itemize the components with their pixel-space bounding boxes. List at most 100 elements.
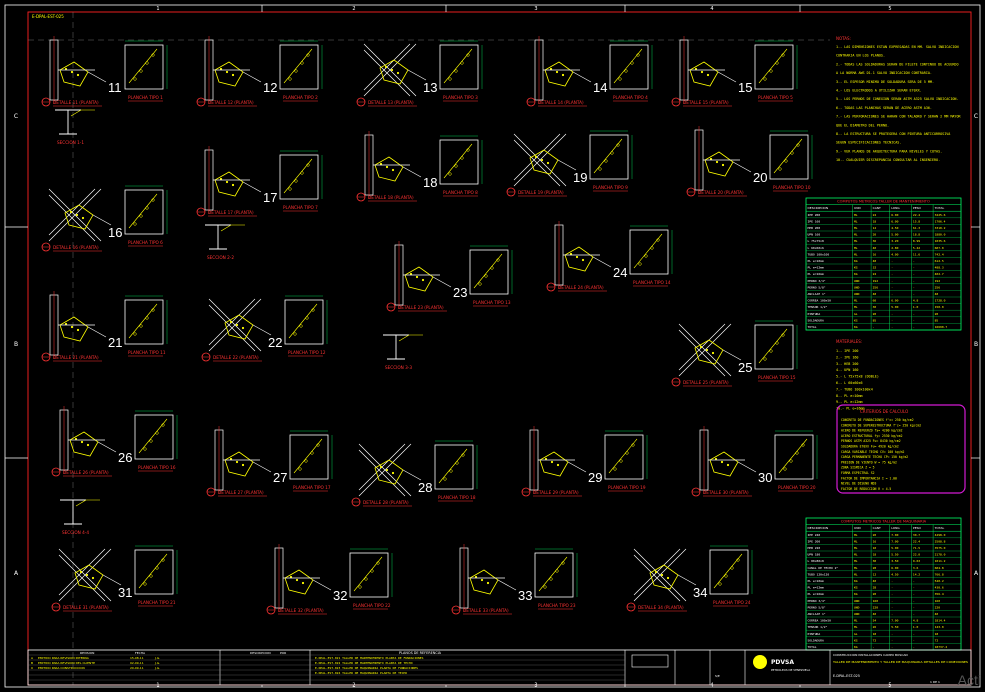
gusset-plate-outline [769,134,809,180]
table-cell: 5.42 [913,246,920,250]
table-cell: UND [854,292,860,296]
plate-title: PLANCHA TIPO 14 [633,280,671,285]
table-cell: 7.00 [891,533,898,537]
table-cell: - [891,586,893,590]
detail-title: DETALLE 24 (PLANTA) [558,285,604,290]
grid-reference-labels: 1122334455C CB BA A [14,6,979,689]
table-cell: 4.8 [913,619,919,623]
table-cell: 18 [935,632,939,636]
column-number: 4 [710,683,713,689]
quantities-table-maintenance: COMPUTOS METRICOS TALLER DE MANTENIMIENT… [805,197,962,331]
table-cell: 18.8 [913,233,920,237]
criteria-line: CARGA VARIABLE TECHO CV= 100 kg/m2 [841,450,904,454]
material-line: 5.- L 75x75x8 (DOBLE) [836,375,879,379]
leader-line [497,579,517,591]
table-cell: KG [854,645,858,649]
revision-date: 15-08-11 [130,656,144,660]
table-cell: 607.0 [935,246,944,250]
table-cell: TOTAL [808,645,817,649]
leader-line [722,349,742,361]
detail-25: 25 DETALLE 25 (PLANTA) PLANCHA TIPO 15 [671,320,798,387]
gusset-plate-outline [754,44,794,90]
cad-drawing-sheet: 1122334455C CB BA A E-DPAL-EST-025 11DETALL… [4,4,981,689]
table-title: COMPUTOS METRICOS TALLER DE MANTENIMIENT… [837,200,930,204]
bolt-hole [448,172,452,176]
table-cell: 9.63 [913,559,920,563]
bolt-hole [618,77,622,81]
table-cell: ML [854,226,858,230]
connection-plate [704,151,734,177]
plate-diagonal [128,193,158,229]
detail-28: 28 DETALLE 28 (PLANTA) PLANCHA TIPO 18 [351,440,478,507]
bolt-hole [155,566,159,570]
table-cell: 143.0 [935,625,944,629]
table-cell: 5.00 [891,233,898,237]
detail-title: DETALLE 17 (PLANTA) [208,210,254,215]
table-cell: 1814.4 [935,619,946,623]
table-cell: - [913,599,915,603]
table-cell: KG [854,318,858,322]
bolt-hole [143,447,147,451]
table-cell: KG [854,638,858,642]
bolt [80,440,84,444]
plate-diagonal [128,303,158,339]
bolt-hole [133,332,137,336]
table-cell: 2178.0 [935,553,946,557]
material-line: 1.- IPE 200 [836,349,858,353]
table-cell: 5.50 [891,553,898,557]
detail-number: 33 [518,588,532,603]
bolt [660,573,664,577]
bolt [715,160,719,164]
table-cell: 20 [873,592,877,596]
plate-diagonal [283,48,313,84]
bolt-hole [555,569,559,573]
reference-drawings-title: PLANOS DE REFERENCIA [399,651,442,655]
table-cell: IPE 160 [808,219,821,223]
table-cell: UND [854,599,860,603]
table-cell: ML [854,625,858,629]
client-logo-box [631,654,669,668]
leader-line [677,574,697,586]
watermark-text: Acti [957,672,981,688]
sheet-number: 1 DE 1 [930,680,940,684]
plate-title: PLANCHA TIPO 15 [758,375,796,380]
bolt-hole [364,577,368,581]
detail-number: 29 [588,470,602,485]
table-cell: 1035.6 [935,239,946,243]
bolt [396,71,400,75]
gusset-plate-outline [604,434,644,480]
row-letter: C [974,113,978,120]
table-header-cell: DESCRIPCION [808,206,829,210]
gusset-plate-outline [709,549,749,595]
table-cell: - [873,325,875,329]
detail-number: 20 [753,170,767,185]
plate-diagonal [758,328,788,364]
leader-line [252,324,272,336]
table-cell: 2.80 [891,246,898,250]
section-leader [398,334,423,342]
bolt-hole [769,69,773,73]
table-cell: 256 [935,285,941,289]
detail-21: 21 DETALLE 21 (PLANTA) PLANCHA TIPO 11 [41,291,168,362]
plate-diagonal [438,448,468,484]
table-cell: 4.00 [891,252,898,256]
detail-title: DETALLE 14 (PLANTA) [538,100,584,105]
bolt-hole [310,451,314,455]
company-name: PDVSA [771,659,794,666]
revision-date: 20-09-11 [130,666,144,670]
table-cell: - [891,279,893,283]
detail-number: 14 [593,80,607,95]
connection-plate [59,61,89,87]
row-letter: C [14,113,18,120]
plate-diagonal [473,253,503,289]
table-cell: TOTAL [808,325,817,329]
column-number: 5 [888,683,891,689]
detail-15: 15 DETALLE 15 (PLANTA) PLANCHA TIPO 5 [671,36,798,107]
bolt-hole [454,69,458,73]
table-cell: UND [854,279,860,283]
table-cell: 3310.2 [935,226,946,230]
table-cell: IPE 200 [808,539,821,543]
detail-23: 23 DETALLE 23 (PLANTA) PLANCHA TIPO 13 [386,241,513,312]
bolt [726,463,730,467]
bolt [391,168,395,172]
